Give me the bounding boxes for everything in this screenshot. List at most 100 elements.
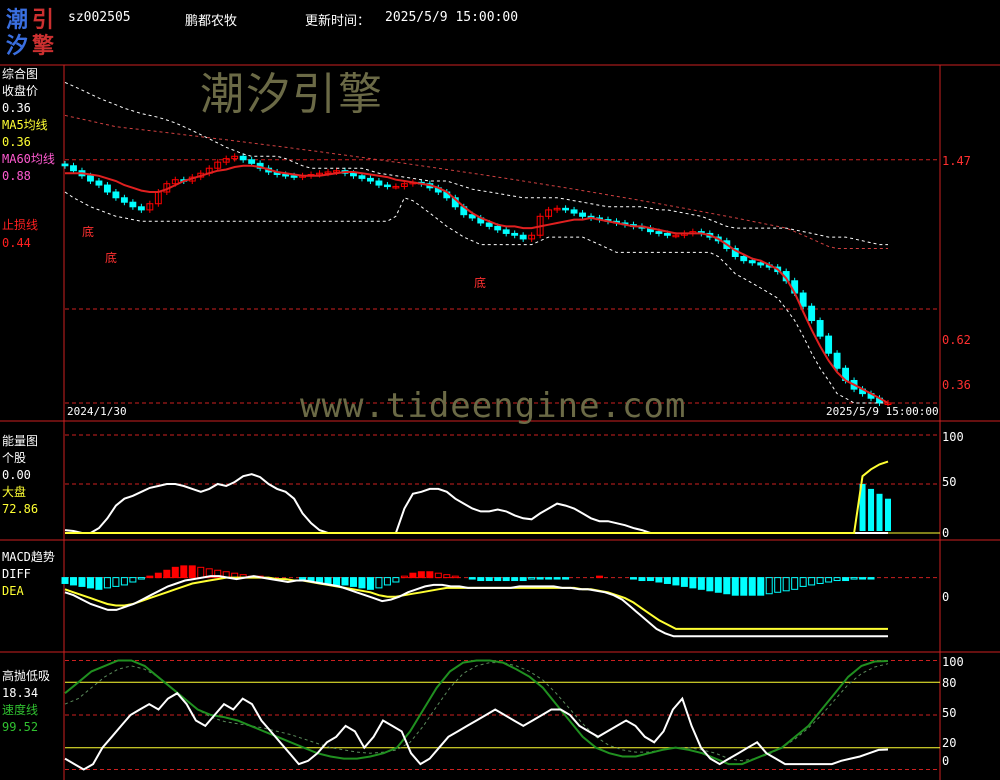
macd-bar xyxy=(562,577,570,580)
macd-bar xyxy=(409,572,417,579)
macd-bar xyxy=(349,577,357,587)
candle xyxy=(112,191,120,199)
macd-bar xyxy=(112,577,120,587)
macd-bar xyxy=(494,577,502,582)
energy-market-value: 72.86 xyxy=(2,502,39,516)
energy-bar xyxy=(868,488,875,531)
hl-tick-80: 80 xyxy=(942,676,957,690)
energy-stock-value: 0.00 xyxy=(2,468,31,482)
macd-bar xyxy=(655,577,663,583)
candle xyxy=(562,207,570,211)
macd-bar xyxy=(545,577,553,580)
macd-bar xyxy=(511,577,519,582)
candle xyxy=(570,209,578,214)
macd-bar xyxy=(333,577,341,586)
macd-bar xyxy=(714,577,722,593)
main-tick-2: 0.62 xyxy=(942,333,971,347)
macd-bar xyxy=(468,577,476,580)
macd-bar xyxy=(825,577,833,583)
macd-bar xyxy=(596,575,604,579)
stop-value: 0.44 xyxy=(2,236,31,250)
upper-line xyxy=(64,81,888,246)
macd-bar xyxy=(528,577,536,580)
macd-bar xyxy=(638,577,646,582)
ma5-label: MA5均线 xyxy=(2,118,48,132)
macd-bar xyxy=(791,577,799,590)
energy-market-line xyxy=(65,460,889,534)
macd-bar xyxy=(375,577,383,589)
macd-bar xyxy=(859,577,867,580)
hl-tick-100: 100 xyxy=(942,655,964,669)
close-label: 收盘价 xyxy=(2,84,39,98)
ma60-line xyxy=(64,114,888,249)
candle xyxy=(61,163,69,167)
hl-title: 高抛低吸 xyxy=(2,669,51,683)
macd-tick-0: 0 xyxy=(942,590,950,604)
hl-slow-line xyxy=(64,662,889,762)
candle xyxy=(799,292,807,307)
candle xyxy=(367,177,374,182)
macd-bar xyxy=(757,577,765,596)
macd-bar xyxy=(392,577,400,583)
macd-diff-label: DIFF xyxy=(2,567,31,581)
candle xyxy=(485,222,493,227)
main-tick-3: 0.36 xyxy=(942,378,971,392)
macd-bar xyxy=(663,577,671,584)
macd-bar xyxy=(316,577,324,583)
macd-bar xyxy=(485,577,493,582)
watermark-cn: 潮汐引擎 xyxy=(200,69,384,120)
macd-bar xyxy=(799,577,807,587)
candle xyxy=(358,175,366,179)
main-tick-1: 1.47 xyxy=(942,154,971,168)
macd-bar xyxy=(417,571,425,579)
candle xyxy=(808,305,816,322)
macd-bar xyxy=(137,577,145,580)
candle xyxy=(833,352,841,369)
energy-market-label: 大盘 xyxy=(2,485,27,499)
candle xyxy=(87,175,94,182)
candle xyxy=(511,232,519,236)
energy-title: 能量图 xyxy=(2,434,39,448)
stop-label: 止损线 xyxy=(2,218,39,232)
macd-bar xyxy=(154,572,162,579)
macd-bar xyxy=(400,575,408,579)
bottom-mark-1: 底 xyxy=(82,225,95,239)
candle xyxy=(740,256,748,262)
watermark-url: www.tideengine.com xyxy=(300,386,687,426)
hl-tick-0: 0 xyxy=(942,754,950,768)
end-date: 2025/5/9 15:00:00 xyxy=(826,405,939,418)
macd-bar xyxy=(86,577,94,589)
candle xyxy=(375,180,383,186)
macd-bar xyxy=(358,577,366,589)
macd-bar xyxy=(451,575,459,579)
candle xyxy=(519,234,527,240)
macd-bar xyxy=(163,569,171,579)
macd-bar xyxy=(78,577,86,587)
dea-line xyxy=(64,576,888,630)
macd-bar xyxy=(842,577,850,582)
macd-bar xyxy=(553,577,561,580)
macd-bar xyxy=(307,577,315,582)
macd-bar xyxy=(697,577,705,590)
candle xyxy=(502,229,510,234)
macd-bar xyxy=(180,565,188,579)
macd-dea-label: DEA xyxy=(2,584,24,598)
macd-bar xyxy=(740,577,748,596)
macd-bar xyxy=(867,577,875,580)
macd-bar xyxy=(383,577,391,586)
candle xyxy=(494,225,502,231)
macd-bar xyxy=(816,577,824,584)
energy-bar xyxy=(885,498,891,531)
speed-line xyxy=(64,659,889,766)
macd-bar xyxy=(731,577,739,596)
macd-bar xyxy=(706,577,714,592)
macd-bar xyxy=(188,565,196,579)
macd-bar xyxy=(748,577,756,596)
macd-bar xyxy=(366,577,374,590)
energy-tick-0: 0 xyxy=(942,526,950,540)
hl-value: 18.34 xyxy=(2,686,39,700)
candle xyxy=(239,155,247,161)
ma60-value: 0.88 xyxy=(2,169,31,183)
macd-bar xyxy=(341,577,349,586)
start-date: 2024/1/30 xyxy=(67,405,127,418)
